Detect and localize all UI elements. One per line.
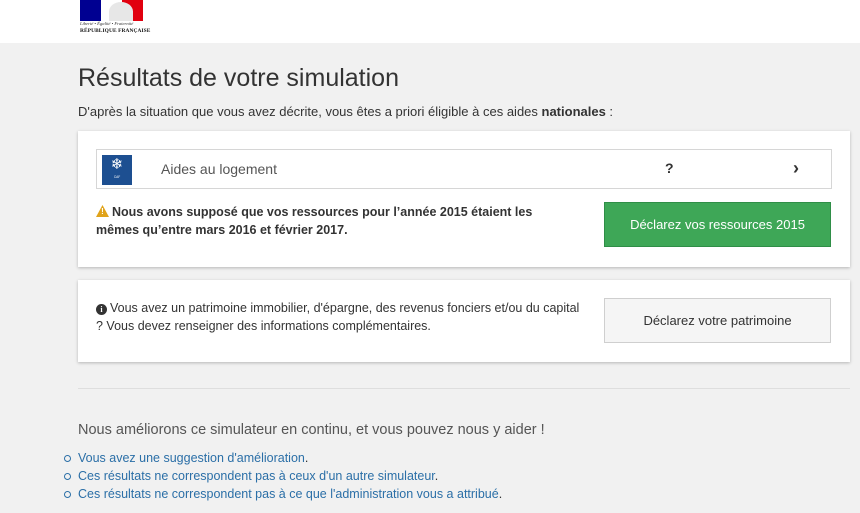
intro-prefix: D'après la situation que vous avez décri… — [78, 104, 542, 119]
other-simulator-link[interactable]: Ces résultats ne correspondent pas à ceu… — [78, 469, 435, 483]
tricolor-flag-icon — [80, 0, 143, 21]
list-item: Vous avez une suggestion d'amélioration. — [62, 449, 502, 467]
warning-text: Nous avons supposé que vos ressources po… — [96, 205, 533, 237]
administration-link[interactable]: Ces résultats ne correspondent pas à ce … — [78, 487, 499, 501]
list-item: Ces résultats ne correspondent pas à ceu… — [62, 467, 502, 485]
intro-bold: nationales — [541, 104, 606, 119]
feedback-heading: Nous améliorons ce simulateur en continu… — [78, 422, 545, 438]
declare-patrimoine-button[interactable]: Déclarez votre patrimoine — [604, 298, 831, 343]
chevron-right-icon: › — [793, 158, 799, 178]
marianne-logo[interactable]: Liberté • Égalité • Fraternité RÉPUBLIQU… — [80, 0, 150, 40]
suggestion-link[interactable]: Vous avez une suggestion d'amélioration — [78, 451, 305, 465]
intro-text: D'après la situation que vous avez décri… — [78, 104, 613, 119]
section-divider — [78, 388, 850, 389]
logo-motto: Liberté • Égalité • Fraternité — [80, 21, 134, 26]
patrimoine-info: i Vous avez un patrimoine immobilier, d'é… — [96, 299, 586, 335]
aide-item-logement[interactable]: ❄ CAF Aides au logement ? › — [96, 149, 832, 189]
logo-republic-text: RÉPUBLIQUE FRANÇAISE — [80, 28, 151, 34]
page-title: Résultats de votre simulation — [78, 64, 399, 92]
feedback-links: Vous avez une suggestion d'amélioration.… — [62, 449, 502, 503]
caf-logo-text: CAF — [113, 175, 121, 179]
site-header: Liberté • Égalité • Fraternité RÉPUBLIQU… — [0, 0, 860, 43]
warning-triangle-icon — [96, 205, 109, 217]
patrimoine-text: Vous avez un patrimoine immobilier, d'ép… — [96, 301, 580, 333]
marianne-profile-icon — [109, 2, 133, 21]
info-circle-icon: i — [96, 304, 107, 315]
list-item: Ces résultats ne correspondent pas à ce … — [62, 485, 502, 503]
aide-amount: ? — [665, 160, 674, 176]
resources-warning: Nous avons supposé que vos ressources po… — [96, 203, 576, 239]
aide-label: Aides au logement — [161, 161, 277, 177]
declare-resources-button[interactable]: Déclarez vos ressources 2015 — [604, 202, 831, 247]
intro-suffix: : — [605, 104, 614, 119]
results-card: ❄ CAF Aides au logement ? › Nous avons s… — [78, 131, 850, 267]
patrimoine-card: i Vous avez un patrimoine immobilier, d'é… — [78, 280, 850, 362]
caf-snowflake-icon: ❄ CAF — [102, 155, 132, 185]
